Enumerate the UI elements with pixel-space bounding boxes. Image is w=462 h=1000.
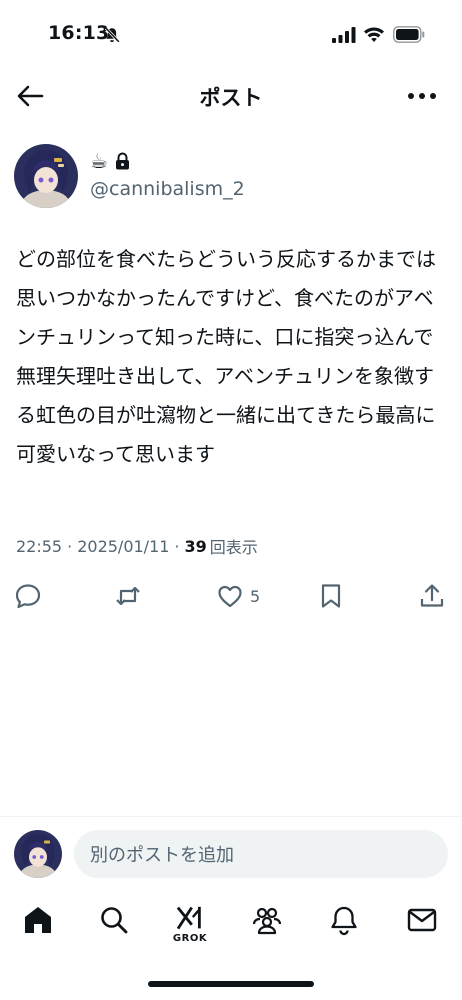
post-text: どの部位を食べたらどういう反応するかまでは思いつかなかったんですけど、食べたのが…	[16, 247, 436, 466]
page-title: ポスト	[199, 86, 263, 110]
share-button[interactable]	[418, 578, 446, 614]
repost-icon	[116, 586, 140, 606]
bell-slash-icon	[104, 27, 120, 43]
home-icon	[25, 907, 51, 933]
views-label[interactable]: 回表示	[210, 534, 258, 558]
tab-home[interactable]	[18, 904, 58, 948]
post-time[interactable]: 22:55	[16, 537, 62, 556]
grok-icon	[176, 906, 201, 930]
meta-separator: ·	[67, 536, 73, 556]
like-button[interactable]: 5	[216, 578, 260, 614]
views-count[interactable]: 39	[185, 537, 207, 556]
user-handle[interactable]: @cannibalism_2	[90, 178, 245, 200]
status-time: 16:13	[48, 22, 110, 44]
reply-icon	[15, 584, 41, 609]
reply-input[interactable]: 別のポストを追加	[74, 830, 448, 878]
meta-separator: ·	[174, 536, 180, 556]
divider	[0, 816, 462, 817]
cellular-signal-icon	[332, 27, 356, 43]
grok-label: GROK	[172, 933, 208, 944]
coffee-emoji: ☕	[90, 149, 108, 173]
post-actions: 5	[0, 578, 462, 614]
share-icon	[420, 584, 444, 607]
avatar[interactable]	[14, 144, 78, 208]
post-author: ☕ @cannibalism_2	[14, 142, 444, 212]
reply-button[interactable]	[14, 578, 42, 614]
bottom-tab-bar: GROK	[0, 896, 462, 960]
heart-icon	[218, 585, 242, 608]
display-name-row: ☕	[90, 148, 131, 174]
more-options-icon[interactable]	[404, 83, 440, 109]
post-meta: 22:55 · 2025/01/11 · 39 回表示	[16, 534, 258, 558]
mail-icon	[407, 908, 437, 932]
home-indicator[interactable]	[148, 981, 314, 987]
tab-search[interactable]	[94, 904, 134, 948]
top-nav-header: ポスト	[0, 70, 462, 122]
status-bar: 16:13	[0, 0, 462, 70]
tab-grok[interactable]: GROK	[170, 904, 210, 948]
like-count: 5	[250, 586, 261, 606]
bookmark-icon	[321, 584, 341, 608]
tab-messages[interactable]	[402, 904, 442, 948]
repost-button[interactable]	[114, 578, 142, 614]
post-date[interactable]: 2025/01/11	[77, 537, 169, 556]
tab-notifications[interactable]	[324, 904, 364, 948]
tab-communities[interactable]	[247, 904, 287, 948]
search-icon	[101, 907, 128, 934]
battery-icon	[393, 26, 425, 43]
communities-icon	[252, 907, 282, 935]
bell-icon	[331, 906, 357, 936]
wifi-icon	[364, 27, 384, 42]
lock-icon	[115, 152, 129, 170]
avatar[interactable]	[14, 830, 62, 878]
bookmark-button[interactable]	[317, 578, 345, 614]
reply-composer: 別のポストを追加	[0, 826, 462, 884]
